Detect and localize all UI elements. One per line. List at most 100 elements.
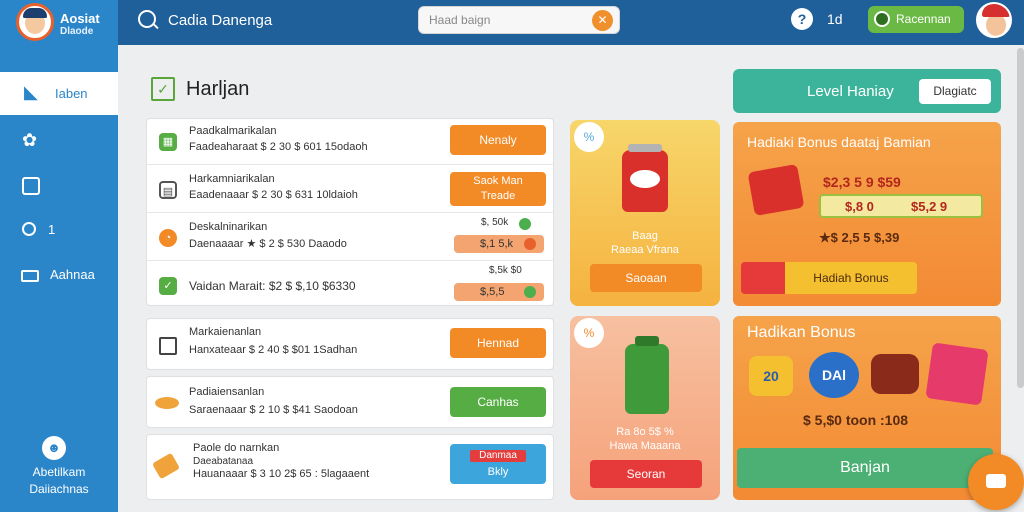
bonus-price-a: $2,3 5 9 $59 — [823, 174, 901, 190]
mail-icon — [21, 270, 39, 282]
task-title: Paadkalmarikalan — [189, 125, 277, 137]
task-button[interactable]: Danmaa Bkly — [450, 444, 546, 484]
level-title: Level Haniay — [807, 83, 894, 100]
value-pill-label: $,5,5 — [480, 286, 505, 298]
bonus-title: Hadikan Bonus — [747, 324, 856, 341]
product-caption2: Raeaa Vfrana — [611, 244, 679, 256]
level-button[interactable]: Dlagiatc — [919, 79, 991, 104]
sidebar-item-home[interactable]: ◣ Iaben — [0, 72, 118, 115]
task-row[interactable]: Padiaiensanlan Saraenaaar $ 2 10 $ $41 S… — [146, 376, 554, 428]
redeem-label: Racennan — [896, 12, 951, 26]
task-sub: Saraenaaar $ 2 10 $ $41 Saodoan — [189, 404, 358, 416]
level-panel: Level Haniay Dlagiatc — [733, 69, 1001, 113]
chat-icon — [986, 474, 1006, 488]
bonus-card: Hadiaki Bonus daataj Bamian $2,3 5 9 $59… — [733, 122, 1001, 306]
sidebar-item-search[interactable]: 1 — [0, 215, 118, 245]
bonus-button[interactable]: Hadiah Bonus — [741, 262, 917, 294]
search-icon[interactable] — [138, 10, 156, 28]
gift-box-icon — [925, 342, 989, 406]
task-row[interactable]: ✓ Vaidan Marait: $2 $ $,10 $6330 $,5k $0… — [147, 263, 553, 309]
clock-icon: ◔ — [159, 229, 177, 247]
task-list: ▦ Paadkalmarikalan Faadeaharaat $ 2 30 $… — [146, 118, 554, 306]
task-row[interactable]: Markaienanlan Hanxateaar $ 2 40 $ $01 1S… — [146, 318, 554, 370]
bonus-button[interactable]: Banjan — [737, 448, 993, 488]
chat-button[interactable] — [968, 454, 1024, 510]
task-sub: Hanxateaar $ 2 40 $ $01 1Sadhan — [189, 344, 358, 356]
logo-line1: Aosiat — [60, 11, 100, 26]
product-button[interactable]: Saoaan — [590, 264, 702, 292]
product-caption1: Ra 8o 5$ % — [616, 426, 674, 438]
value-pill: $,1 5,k — [454, 235, 544, 253]
checkbox-icon[interactable] — [159, 337, 177, 355]
search-input[interactable]: Haad baign ✕ — [418, 6, 620, 34]
status-dot-icon — [519, 218, 531, 230]
task-sub: Eaadenaaar $ 2 30 $ 631 10ldaioh — [189, 189, 358, 201]
task-button[interactable]: Saok Man Treade — [450, 172, 546, 206]
task-sub: Hauanaaar $ 3 10 2$ 65 : 5lagaaent — [193, 468, 370, 480]
sidebar-item-label: Iaben — [55, 86, 88, 101]
gift-box-icon — [747, 163, 805, 217]
can-icon — [622, 144, 668, 212]
product-button[interactable]: Seoran — [590, 460, 702, 488]
task-row[interactable]: ▦ Paadkalmarikalan Faadeaharaat $ 2 30 $… — [147, 119, 553, 165]
section-title: Harljan — [186, 78, 250, 100]
bonus-price-c: $5,2 9 — [911, 199, 948, 214]
calendar-icon: ▦ — [159, 133, 177, 151]
check-icon: ✓ — [159, 277, 177, 295]
task-title: Markaienanlan — [189, 326, 262, 338]
treasure-icon — [871, 354, 919, 394]
logo-icon — [16, 3, 54, 41]
bonus-badge1: 20 — [749, 356, 793, 396]
task-row[interactable]: ◔ Deskalninarikan Daenaaaar ★ $ 2 $ 530 … — [147, 215, 553, 261]
person-icon[interactable]: ☻ — [42, 436, 66, 460]
bonus-footer-text: $ 5,$0 toon :108 — [803, 412, 909, 428]
pill-top-label: $, 50k — [481, 217, 509, 228]
sidebar-item-label: 1 — [48, 222, 56, 237]
task-button[interactable]: Canhas — [450, 387, 546, 417]
bonus-badge2: DAl — [809, 352, 859, 398]
page-title: Cadia Danenga — [168, 12, 273, 29]
product-card[interactable]: % Baag Raeaa Vfrana Saoaan — [570, 120, 720, 306]
search-placeholder: Haad baign — [429, 13, 491, 27]
search-icon — [22, 222, 36, 236]
ticket-icon — [151, 452, 181, 480]
bonus-card: Hadikan Bonus 20 DAl $ 5,$0 toon :108 Ba… — [733, 316, 1001, 500]
task-title: Paole do narnkan — [193, 442, 280, 454]
value-pill: $,5,5 — [454, 283, 544, 301]
check-icon: ✓ — [151, 77, 175, 101]
product-caption1: Baag — [632, 230, 658, 242]
value-pill-label: $,1 5,k — [480, 238, 514, 250]
calendar-icon: ▤ — [159, 181, 177, 199]
bonus-price-bar: $,8 0 $5,2 9 — [819, 194, 983, 218]
sidebar-footer-line1: Abetilkam — [32, 465, 86, 479]
logo-area[interactable]: Aosiat Dlaode — [0, 0, 118, 45]
search-button-icon[interactable]: ✕ — [592, 10, 613, 31]
sidebar-item-label: Aahnaa — [50, 267, 95, 282]
product-card[interactable]: % Ra 8o 5$ % Hawa Maaana Seoran — [570, 316, 720, 500]
bonus-price-b: $,8 0 — [845, 199, 874, 214]
megaphone-icon: ◣ — [24, 82, 38, 102]
help-icon[interactable]: ? — [791, 8, 813, 30]
task-row[interactable]: ▤ Harkamniarikalan Eaadenaaar $ 2 30 $ 6… — [147, 167, 553, 213]
coin-icon — [874, 11, 890, 27]
task-button-label: Bkly — [487, 466, 509, 478]
bonus-price-d: ★$ 2,5 5 $,39 — [819, 230, 900, 245]
task-button[interactable]: Hennad — [450, 328, 546, 358]
avatar[interactable] — [976, 2, 1012, 38]
gear-icon[interactable]: ✿ — [22, 130, 37, 151]
bookmark-icon[interactable] — [22, 177, 40, 195]
coin-icon — [155, 397, 179, 409]
tag-icon: % — [574, 318, 604, 348]
task-button-badge: Danmaa — [470, 450, 526, 462]
task-row[interactable]: Paole do narnkan Daeabatanaa Hauanaaar $… — [146, 434, 554, 500]
redeem-button[interactable]: Racennan — [868, 6, 964, 33]
sidebar-item-mail[interactable]: Aahnaa — [0, 262, 118, 292]
bonus-title: Hadiaki Bonus daataj Bamian — [747, 134, 931, 150]
task-sub: Faadeaharaat $ 2 30 $ 601 15odaoh — [189, 141, 368, 153]
scrollbar[interactable] — [1017, 48, 1024, 388]
task-title: Padiaiensanlan — [189, 386, 265, 398]
status-dot-icon — [524, 286, 536, 298]
task-sub2: Daeabatanaa — [193, 456, 254, 467]
task-button[interactable]: Nenaly — [450, 125, 546, 155]
logo-line2: Dlaode — [60, 26, 94, 37]
